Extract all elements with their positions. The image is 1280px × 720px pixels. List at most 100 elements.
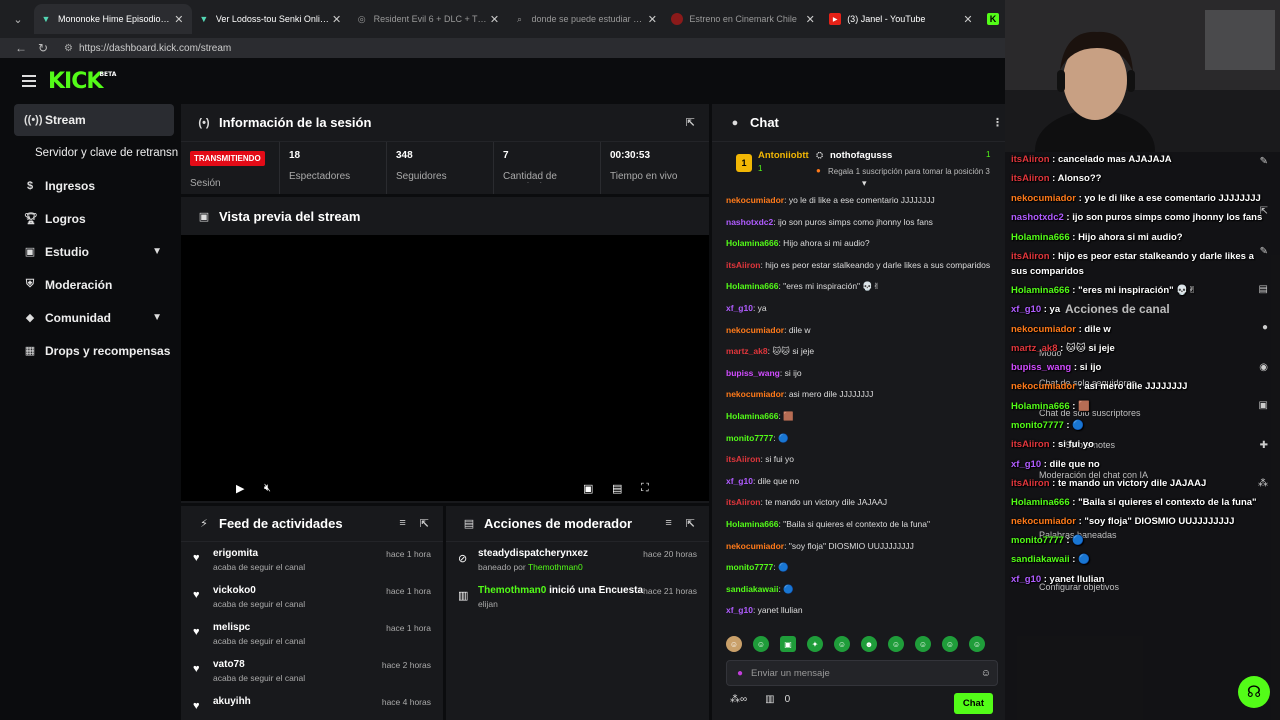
chat-username[interactable]: nekocumiador	[726, 541, 784, 551]
feed-user[interactable]: melispc	[213, 622, 305, 633]
mod-user[interactable]: Themothman0	[478, 585, 546, 596]
sidebar-item-revenue[interactable]: $ Ingresos	[0, 169, 180, 202]
feed-user[interactable]: vickoko0	[213, 585, 305, 596]
tab-close-icon[interactable]: ✕	[961, 13, 975, 26]
chat-text: : 🔵	[773, 562, 789, 573]
sidebar-item-stream-key[interactable]: Servidor y clave de retransn	[0, 136, 180, 169]
sidebar-item-moderation[interactable]: ⛨ Moderación	[0, 268, 180, 301]
chevron-down-icon: ▼	[152, 246, 162, 257]
tab-close-icon[interactable]: ✕	[645, 13, 659, 26]
chat-username[interactable]: nekocumiador	[726, 389, 784, 399]
browser-tab[interactable]: ▶ (3) Janel - YouTube ✕	[823, 4, 981, 34]
emoji-icon[interactable]: ☺	[981, 668, 991, 679]
chat-username[interactable]: itsAiiron	[726, 454, 760, 464]
url-text: https://dashboard.kick.com/stream	[78, 42, 232, 54]
pinned-user[interactable]: nothofagusss	[830, 150, 892, 161]
browser-tab[interactable]: ▼ Ver Lodoss-tou Senki Online Sub E ✕	[192, 4, 350, 34]
sidebar-item-community[interactable]: ◆ Comunidad ▼	[0, 301, 180, 334]
microphone-icon[interactable]: ●	[737, 668, 743, 679]
chat-text: : "soy floja" DIOSMIO UUJJJJJJJJ	[784, 540, 914, 551]
chat-username[interactable]: nekocumiador	[726, 195, 784, 205]
chat-username[interactable]: martz_ak8	[726, 346, 768, 356]
emote-icon[interactable]: ▣	[780, 636, 796, 652]
play-icon[interactable]: ▶	[236, 482, 244, 495]
popout-icon[interactable]: ⇱	[686, 517, 695, 530]
send-chat-button[interactable]: Chat	[953, 693, 993, 714]
browser-tab[interactable]: Estreno en Cinemark Chile ✕	[665, 4, 823, 34]
chat-username[interactable]: itsAiiron	[726, 497, 760, 507]
filter-icon[interactable]: ≡	[399, 517, 405, 530]
hamburger-menu-icon[interactable]	[22, 72, 36, 90]
emote-icon[interactable]: ☺	[942, 636, 958, 652]
chat-username[interactable]: xf_g10	[726, 605, 753, 615]
ghost-channel-actions: Acciones de canal	[1065, 302, 1170, 316]
moderation-icon[interactable]: ⁂∞	[730, 694, 747, 705]
chat-username[interactable]: Holamina666	[726, 281, 778, 291]
chat-username[interactable]: monito7777	[726, 433, 773, 443]
sidebar-item-achievements[interactable]: 🏆︎ Logros	[0, 202, 180, 235]
fullscreen-icon[interactable]: ⛶	[641, 482, 649, 495]
tab-close-icon[interactable]: ✕	[488, 13, 502, 26]
panel-title: Vista previa del stream	[219, 208, 361, 224]
browser-tab[interactable]: ⌕ donde se puede estudiar derech ✕	[508, 4, 666, 34]
kick-tab-icon[interactable]: K	[981, 4, 1005, 34]
mod-action-desc: baneado por Themothman0	[478, 562, 588, 572]
collapse-icon[interactable]: ▾	[862, 178, 867, 189]
back-arrow-icon[interactable]: ←	[10, 41, 32, 55]
mod-actions-list: ⊘ steadydispatcherynxez baneado por Themo…	[446, 542, 709, 616]
reload-icon[interactable]: ↻	[32, 41, 54, 55]
emote-icon[interactable]: ☻	[861, 636, 877, 652]
chat-username[interactable]: nashotxdc2	[726, 217, 773, 227]
chat-message: itsAiiron: hijo es peor estar stalkeando…	[712, 255, 1005, 277]
url-field[interactable]: ⚙ https://dashboard.kick.com/stream	[64, 43, 231, 54]
emote-icon[interactable]: ☺	[726, 636, 742, 652]
chat-username[interactable]: xf_g10	[726, 303, 753, 313]
feed-user[interactable]: erigomita	[213, 548, 305, 559]
chat-username[interactable]: Holamina666	[726, 238, 778, 248]
chat-message-input[interactable]: ● Enviar un mensaje ☺	[726, 660, 998, 686]
mod-target-user[interactable]: steadydispatcherynxez	[478, 548, 588, 559]
mod-user[interactable]: Themothman0	[528, 562, 583, 572]
tab-close-icon[interactable]: ✕	[172, 13, 186, 26]
browser-tab[interactable]: ▼ Mononoke Hime Episodio 1 Sub E ✕	[33, 4, 192, 34]
pinned-user[interactable]: Antoniiobtt	[758, 150, 809, 161]
tab-close-icon[interactable]: ✕	[803, 13, 817, 26]
emote-icon[interactable]: ☺	[888, 636, 904, 652]
chat-username[interactable]: Holamina666	[726, 519, 778, 529]
sidebar-item-label: Logros	[45, 211, 86, 226]
chat-username[interactable]: nekocumiador	[726, 325, 784, 335]
video-player[interactable]: ▶ 🔇︎ ▣ ▤ ⛶	[181, 235, 709, 501]
shield-icon: ⛨	[25, 278, 35, 290]
sidebar-item-studio[interactable]: ▣ Estudio ▼	[0, 235, 180, 268]
chat-username[interactable]: monito7777	[726, 562, 773, 572]
feed-user[interactable]: akuyihh	[213, 696, 251, 707]
sidebar-item-stream[interactable]: ((•)) Stream	[14, 104, 174, 136]
tab-close-icon[interactable]: ✕	[330, 13, 344, 26]
mute-icon[interactable]: 🔇︎	[264, 482, 271, 495]
tab-list-chevron-icon[interactable]: ⌄	[6, 7, 30, 31]
theater-mode-icon[interactable]: ▤	[612, 482, 622, 495]
chat-username[interactable]: bupiss_wang	[726, 368, 780, 378]
chat-username[interactable]: sandiakawaii	[726, 584, 778, 594]
feed-user[interactable]: vato78	[213, 659, 305, 670]
filter-icon[interactable]: ≡	[665, 517, 671, 530]
popout-icon[interactable]: ⇱	[686, 116, 695, 129]
kick-logo[interactable]: KICK BETA	[48, 69, 116, 94]
browser-tab[interactable]: ◎ Resident Evil 6 + DLC + TU – Leg ✕	[350, 4, 508, 34]
emote-icon[interactable]: ☺	[753, 636, 769, 652]
overlay-text: : 🔵	[1063, 535, 1085, 546]
emote-icon[interactable]: ☺	[834, 636, 850, 652]
more-options-icon[interactable]: ⋮	[992, 116, 1003, 129]
chat-username[interactable]: Holamina666	[726, 411, 778, 421]
chat-username[interactable]: itsAiiron	[726, 260, 760, 270]
gift-cta[interactable]: Regala 1 suscripción para tomar la posic…	[828, 167, 990, 176]
chat-username[interactable]: xf_g10	[726, 476, 753, 486]
miniplayer-icon[interactable]: ▣	[583, 482, 593, 495]
emote-icon[interactable]: ✦	[807, 636, 823, 652]
emote-icon[interactable]: ☺	[915, 636, 931, 652]
site-info-icon[interactable]: ⚙	[64, 43, 73, 54]
sidebar-item-drops[interactable]: ▦ Drops y recompensas	[0, 334, 180, 367]
popout-icon[interactable]: ⇱	[420, 517, 429, 530]
emote-icon[interactable]: ☺	[969, 636, 985, 652]
chat-message: nekocumiador: yo le di like a ese coment…	[712, 190, 1005, 212]
